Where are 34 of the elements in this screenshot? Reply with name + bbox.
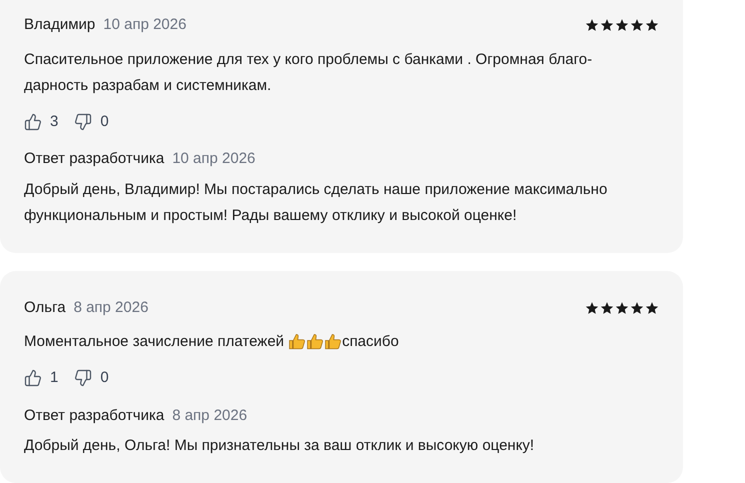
thumbs-up-icon [288,333,306,351]
star-icon [600,300,614,315]
thumbs-down-icon [74,369,92,388]
star-icon [645,18,659,32]
star-icon [615,18,629,32]
star-icon [585,18,599,32]
thumbs-down-icon [74,112,92,131]
review-text: спасибо [342,332,399,352]
thumbs-up-icon [24,369,42,388]
review-date: 10 апр 2026 [103,15,186,35]
reply-date: 8 апр 2026 [172,406,248,426]
star-icon [645,300,659,315]
reply-title: Ответ разработчика [24,149,164,169]
author-name: Ольга [24,298,66,318]
thumbs-up-icon [306,333,324,351]
review-text: Моментальное зачисление платежей [24,332,284,352]
like-button[interactable]: 1 [24,367,58,390]
star-icon [630,300,644,315]
star-icon [615,300,629,315]
star-icon [585,300,599,315]
reply-title: Ответ разработчика [24,406,164,426]
thumbs-up-icon [324,333,342,351]
star-icon [600,18,614,32]
thumbs-up-icon [24,112,42,131]
reply-text: Добрый день, Владимир! Мы постарались сделать наше приложение максимально функциональным и простым! Рады вашему отклику и высокой оценке! [24,180,608,226]
dislike-button[interactable]: 0 [74,110,109,133]
reply-date: 10 апр 2026 [172,149,256,169]
author-name: Владимир [24,15,96,35]
star-icon [630,18,644,32]
review-date: 8 апр 2026 [74,298,148,318]
reply-text: Добрый день, Ольга! Мы признательны за ваш отклик и высокую оценку! [24,436,536,456]
review-text: Спасительное приложение для тех у кого проблемы с банками . Огромная благо-дарность разрабам и системникам. [24,50,594,96]
dislike-button[interactable]: 0 [74,367,109,390]
like-button[interactable]: 3 [24,110,58,133]
